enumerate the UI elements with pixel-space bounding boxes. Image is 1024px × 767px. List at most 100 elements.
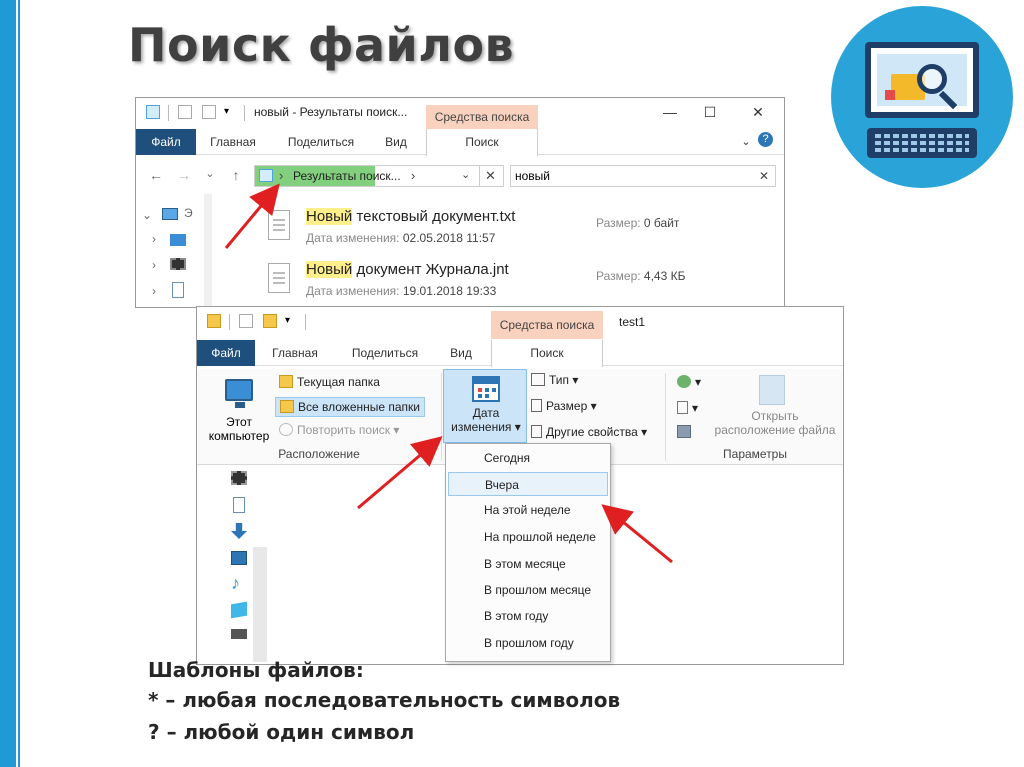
drive-icon[interactable] — [231, 629, 247, 639]
ribbon-tabs: Файл Главная Поделиться Вид Поиск — [197, 340, 843, 367]
videos-icon[interactable] — [231, 471, 247, 485]
search-icon — [279, 423, 293, 436]
tab-home[interactable]: Главная — [263, 340, 327, 366]
documents-icon[interactable] — [233, 497, 245, 513]
pictures-icon[interactable] — [231, 551, 247, 565]
recent-searches-button[interactable]: ▾ — [677, 375, 701, 389]
nav-scrollbar[interactable] — [253, 547, 267, 662]
up-button[interactable]: ↑ — [228, 167, 244, 183]
ribbon-expand-icon[interactable]: ⌄ — [736, 132, 756, 152]
this-pc-label-2: компьютер — [208, 429, 270, 443]
downloads-icon[interactable] — [231, 523, 247, 539]
context-tab-header: Средства поиска — [491, 311, 603, 339]
tab-file[interactable]: Файл — [136, 129, 196, 155]
3d-objects-icon[interactable] — [231, 601, 247, 619]
help-icon[interactable]: ? — [758, 132, 773, 147]
file-modified: Дата изменения: 19.01.2018 19:33 — [306, 284, 497, 298]
breadcrumb-separator-2: › — [411, 168, 416, 183]
slide-accent-line — [18, 0, 20, 767]
date-option-this-year[interactable]: В этом году — [448, 604, 608, 628]
tab-file[interactable]: Файл — [197, 340, 255, 366]
ribbon-tabs: Файл Главная Поделиться Вид Поиск ⌄ ? — [136, 129, 784, 156]
date-option-yesterday[interactable]: Вчера — [448, 472, 608, 496]
close-button[interactable]: ✕ — [748, 102, 768, 122]
tree-scrollbar[interactable] — [204, 194, 212, 307]
customize-qat-icon[interactable]: ▾ — [224, 105, 238, 119]
file-result-2[interactable]: Новый документ Журнала.jnt Дата изменени… — [266, 261, 766, 307]
videos-icon[interactable] — [170, 258, 186, 270]
forward-button[interactable]: → — [176, 167, 192, 183]
date-option-today[interactable]: Сегодня — [448, 446, 608, 470]
date-modified-dropdown: Сегодня Вчера На этой неделе На прошлой … — [445, 443, 611, 662]
wildcard-question-line: ? – любой один символ — [148, 720, 415, 744]
music-icon[interactable]: ♪ — [231, 574, 247, 592]
calendar-icon — [472, 376, 500, 402]
desktop-icon[interactable] — [170, 234, 186, 246]
new-folder-icon[interactable] — [202, 105, 216, 119]
type-button[interactable]: Тип ▾ — [531, 373, 578, 387]
size-icon — [531, 399, 542, 412]
customize-qat-icon[interactable]: ▾ — [285, 314, 299, 328]
magnifier-icon — [917, 64, 947, 94]
all-subfolders-button[interactable]: Все вложенные папки — [275, 397, 425, 417]
search-clear-icon[interactable]: ✕ — [759, 169, 769, 183]
recent-locations-button[interactable]: ⌄ — [202, 167, 218, 180]
tree-chevron-3[interactable]: › — [152, 284, 156, 298]
tab-search[interactable]: Поиск — [491, 340, 603, 367]
minimize-button[interactable]: — — [660, 102, 680, 122]
floppy-icon — [885, 90, 895, 100]
templates-heading: Шаблоны файлов: — [148, 658, 364, 682]
tree-item-label[interactable]: Э — [184, 206, 193, 220]
maximize-button[interactable]: ☐ — [700, 102, 720, 122]
open-location-label-2: расположение файла — [714, 423, 836, 437]
properties-icon[interactable] — [178, 105, 192, 119]
monitor-icon — [865, 42, 979, 118]
tree-chevron-1[interactable]: › — [152, 232, 156, 246]
this-pc-icon[interactable] — [162, 208, 178, 220]
tab-view[interactable]: Вид — [376, 129, 416, 155]
this-pc-label-1: Этот — [226, 415, 252, 429]
search-input-value: новый — [515, 169, 551, 183]
properties-icon[interactable] — [239, 314, 253, 328]
tab-share[interactable]: Поделиться — [276, 129, 366, 155]
tab-search[interactable]: Поиск — [426, 129, 538, 156]
advanced-options-button[interactable]: ▾ — [677, 401, 698, 415]
date-modified-button[interactable]: Дата изменения ▾ — [443, 369, 527, 443]
date-option-this-month[interactable]: В этом месяце — [448, 552, 608, 576]
repeat-search-button[interactable]: Повторить поиск ▾ — [279, 423, 399, 437]
this-pc-button[interactable]: Этот компьютер — [201, 371, 269, 443]
explorer-window-results: ▾ новый - Результаты поиск... Средства п… — [135, 97, 785, 308]
documents-icon[interactable] — [172, 282, 184, 298]
computer-search-logo — [831, 6, 1013, 188]
date-option-this-week[interactable]: На этой неделе — [448, 498, 608, 522]
tree-expand-chevron[interactable]: ⌄ — [142, 208, 152, 222]
new-folder-icon[interactable] — [263, 314, 277, 328]
open-file-location-button[interactable]: Открыть расположение файла — [707, 373, 843, 445]
tab-view[interactable]: Вид — [443, 340, 479, 366]
title-bar: ▾ новый - Результаты поиск... Средства п… — [136, 98, 784, 129]
window-title: test1 — [619, 315, 646, 329]
current-folder-button[interactable]: Текущая папка — [279, 375, 380, 389]
tree-chevron-2[interactable]: › — [152, 258, 156, 272]
date-option-last-year[interactable]: В прошлом году — [448, 631, 608, 655]
back-button[interactable]: ← — [148, 167, 164, 183]
save-search-button[interactable] — [677, 425, 695, 439]
open-location-label-1: Открыть — [751, 409, 799, 423]
context-tab-header: Средства поиска — [426, 105, 538, 129]
folder-app-icon — [207, 314, 221, 328]
tab-share[interactable]: Поделиться — [343, 340, 427, 366]
tab-home[interactable]: Главная — [202, 129, 264, 155]
address-dropdown-icon[interactable]: ⌄ — [461, 168, 470, 181]
save-icon — [677, 425, 691, 438]
size-button[interactable]: Размер ▾ — [531, 399, 597, 413]
search-input[interactable]: новый ✕ — [510, 165, 776, 187]
type-icon — [531, 373, 545, 386]
address-bar[interactable]: › Результаты поиск... › ⌄ ✕ — [254, 165, 504, 187]
navigation-bar: ← → ⌄ ↑ › Результаты поиск... › ⌄ ✕ новы… — [136, 163, 784, 189]
other-properties-button[interactable]: Другие свойства ▾ — [531, 425, 647, 439]
address-clear-icon[interactable]: ✕ — [485, 168, 496, 184]
file-size: Размер: 0 байт — [596, 216, 680, 230]
date-option-last-week[interactable]: На прошлой неделе — [448, 525, 608, 549]
date-option-last-month[interactable]: В прошлом месяце — [448, 578, 608, 602]
file-result-1[interactable]: Новый текстовый документ.txt Дата измене… — [266, 208, 766, 258]
